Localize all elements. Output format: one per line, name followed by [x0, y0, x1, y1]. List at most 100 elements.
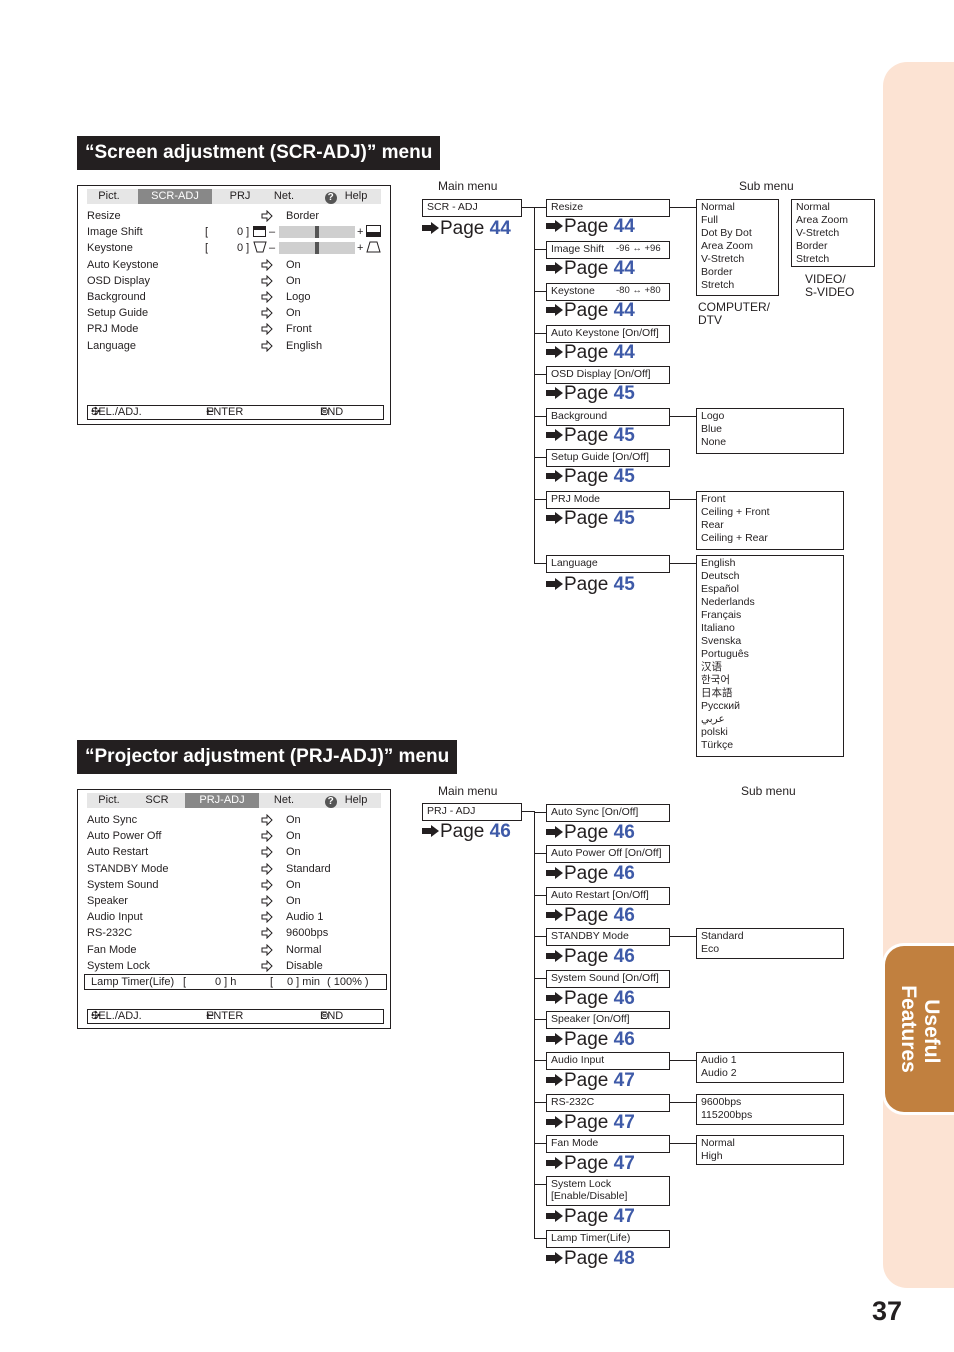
osd-row-image-shift[interactable]: Image Shift [0 ] – + [87, 224, 383, 240]
image-shift-slider[interactable] [279, 226, 355, 239]
submenu-option[interactable]: Full [701, 214, 778, 227]
submenu-option[interactable]: 115200bps [701, 1109, 843, 1122]
submenu-option[interactable]: High [701, 1150, 843, 1163]
submenu-option[interactable]: Dot By Dot [701, 227, 778, 240]
prj-item-audio-input[interactable]: Audio Input [546, 1052, 670, 1070]
scr-item-image-shift[interactable]: Image Shift -96 ↔ +96 [546, 241, 670, 259]
scr-item-page-ref[interactable]: Page 44 [546, 217, 635, 237]
prj-item-page-ref[interactable]: Page 46 [546, 1030, 635, 1050]
osd-row-rs-232c[interactable]: RS-232C 9600bps [87, 925, 383, 941]
scr-item-page-ref[interactable]: Page 44 [546, 259, 635, 279]
prj-item-speaker-on-off[interactable]: Speaker [On/Off] [546, 1011, 670, 1029]
submenu-option[interactable]: 한국어 [701, 674, 843, 687]
submenu-option[interactable]: 9600bps [701, 1096, 843, 1109]
submenu-option[interactable]: Stretch [701, 279, 778, 292]
submenu-option[interactable]: V-Stretch [796, 227, 874, 240]
scr-item-setup-guide-on-off[interactable]: Setup Guide [On/Off] [546, 449, 670, 467]
prj-item-system-lock[interactable]: System Lock [Enable/Disable] [546, 1176, 670, 1206]
osd-row-auto-power-off[interactable]: Auto Power Off On [87, 828, 383, 844]
submenu-option[interactable]: polski [701, 726, 843, 739]
submenu-option[interactable]: Standard [701, 930, 843, 943]
osd-tab-pict[interactable]: Pict. [87, 793, 131, 808]
submenu-option[interactable]: Logo [701, 410, 843, 423]
slider-knob[interactable] [315, 242, 319, 255]
prj-item-page-ref[interactable]: Page 48 [546, 1249, 635, 1269]
submenu-option[interactable]: Français [701, 609, 843, 622]
scr-item-page-ref[interactable]: Page 45 [546, 384, 635, 404]
submenu-option[interactable]: Italiano [701, 622, 843, 635]
osd-row-background[interactable]: Background Logo [87, 289, 383, 305]
osd-tab-help[interactable]: ? Help [320, 793, 372, 808]
osd-row-system-lock[interactable]: System Lock Disable [87, 958, 383, 974]
osd-row-fan-mode[interactable]: Fan Mode Normal [87, 942, 383, 958]
submenu-option[interactable]: Português [701, 648, 843, 661]
osd-row-setup-guide[interactable]: Setup Guide On [87, 305, 383, 321]
prj-item-auto-power-off-on-off[interactable]: Auto Power Off [On/Off] [546, 845, 670, 863]
submenu-option[interactable]: Ceiling + Rear [701, 532, 843, 545]
submenu-option[interactable]: Русский [701, 700, 843, 713]
osd-row-auto-sync[interactable]: Auto Sync On [87, 812, 383, 828]
osd-row-resize[interactable]: Resize Border [87, 208, 383, 224]
submenu-option[interactable]: 汉语 [701, 661, 843, 674]
osd-row-auto-keystone[interactable]: Auto Keystone On [87, 257, 383, 273]
submenu-option[interactable]: Ceiling + Front [701, 506, 843, 519]
submenu-option[interactable]: Español [701, 583, 843, 596]
scr-item-background[interactable]: Background [546, 408, 670, 426]
scr-item-language[interactable]: Language [546, 555, 670, 573]
osd-row-system-sound[interactable]: System Sound On [87, 877, 383, 893]
submenu-option[interactable]: Border [701, 266, 778, 279]
scr-item-page-ref[interactable]: Page 44 [546, 301, 635, 321]
keystone-slider[interactable] [279, 242, 355, 255]
submenu-option[interactable]: Normal [701, 1137, 843, 1150]
scr-item-keystone[interactable]: Keystone -80 ↔ +80 [546, 283, 670, 301]
submenu-option[interactable]: 日本語 [701, 687, 843, 700]
scr-item-page-ref[interactable]: Page 45 [546, 575, 635, 595]
scr-item-resize[interactable]: Resize [546, 199, 670, 217]
prj-item-page-ref[interactable]: Page 47 [546, 1071, 635, 1091]
scr-item-page-ref[interactable]: Page 45 [546, 426, 635, 446]
submenu-option[interactable]: Nederlands [701, 596, 843, 609]
osd-row-keystone[interactable]: Keystone [0 ] – + [87, 240, 383, 256]
scr-root-menu[interactable]: SCR - ADJ [422, 199, 522, 217]
submenu-option[interactable]: Normal [796, 201, 874, 214]
osd-tab-pict[interactable]: Pict. [87, 189, 131, 204]
submenu-option[interactable]: عربي [701, 713, 843, 726]
osd-row-prj-mode[interactable]: PRJ Mode Front [87, 321, 383, 337]
osd-row-language[interactable]: Language English [87, 338, 383, 354]
prj-item-system-sound-on-off[interactable]: System Sound [On/Off] [546, 970, 670, 988]
prj-item-page-ref[interactable]: Page 46 [546, 864, 635, 884]
osd-row-standby-mode[interactable]: STANDBY Mode Standard [87, 861, 383, 877]
submenu-option[interactable]: English [701, 557, 843, 570]
submenu-option[interactable]: Blue [701, 423, 843, 436]
prj-item-rs-232c[interactable]: RS-232C [546, 1094, 670, 1112]
scr-item-auto-keystone-on-off[interactable]: Auto Keystone [On/Off] [546, 325, 670, 343]
prj-item-auto-restart-on-off[interactable]: Auto Restart [On/Off] [546, 887, 670, 905]
prj-item-page-ref[interactable]: Page 46 [546, 823, 635, 843]
osd-tab-scr-adj[interactable]: SCR-ADJ [138, 189, 212, 204]
submenu-option[interactable]: None [701, 436, 843, 449]
osd-row-speaker[interactable]: Speaker On [87, 893, 383, 909]
osd-tab-net[interactable]: Net. [268, 793, 300, 808]
osd-row-osd-display[interactable]: OSD Display On [87, 273, 383, 289]
scr-item-osd-display-on-off[interactable]: OSD Display [On/Off] [546, 366, 670, 384]
prj-item-fan-mode[interactable]: Fan Mode [546, 1135, 670, 1153]
submenu-option[interactable]: Rear [701, 519, 843, 532]
scr-item-page-ref[interactable]: Page 44 [546, 343, 635, 363]
osd-tab-prj[interactable]: PRJ [220, 189, 260, 204]
scr-item-page-ref[interactable]: Page 45 [546, 467, 635, 487]
scr-root-page-ref[interactable]: Page 44 [422, 219, 511, 239]
osd-tab-prj-adj[interactable]: PRJ-ADJ [185, 793, 259, 808]
submenu-option[interactable]: Audio 1 [701, 1054, 843, 1067]
prj-item-page-ref[interactable]: Page 47 [546, 1207, 635, 1227]
prj-item-page-ref[interactable]: Page 46 [546, 947, 635, 967]
submenu-option[interactable]: Stretch [796, 253, 874, 266]
prj-item-page-ref[interactable]: Page 47 [546, 1154, 635, 1174]
submenu-option[interactable]: Border [796, 240, 874, 253]
submenu-option[interactable]: Area Zoom [701, 240, 778, 253]
slider-knob[interactable] [315, 226, 319, 239]
submenu-option[interactable]: Audio 2 [701, 1067, 843, 1080]
submenu-option[interactable]: Area Zoom [796, 214, 874, 227]
prj-item-page-ref[interactable]: Page 46 [546, 906, 635, 926]
osd-row-audio-input[interactable]: Audio Input Audio 1 [87, 909, 383, 925]
scr-item-prj-mode[interactable]: PRJ Mode [546, 491, 670, 509]
